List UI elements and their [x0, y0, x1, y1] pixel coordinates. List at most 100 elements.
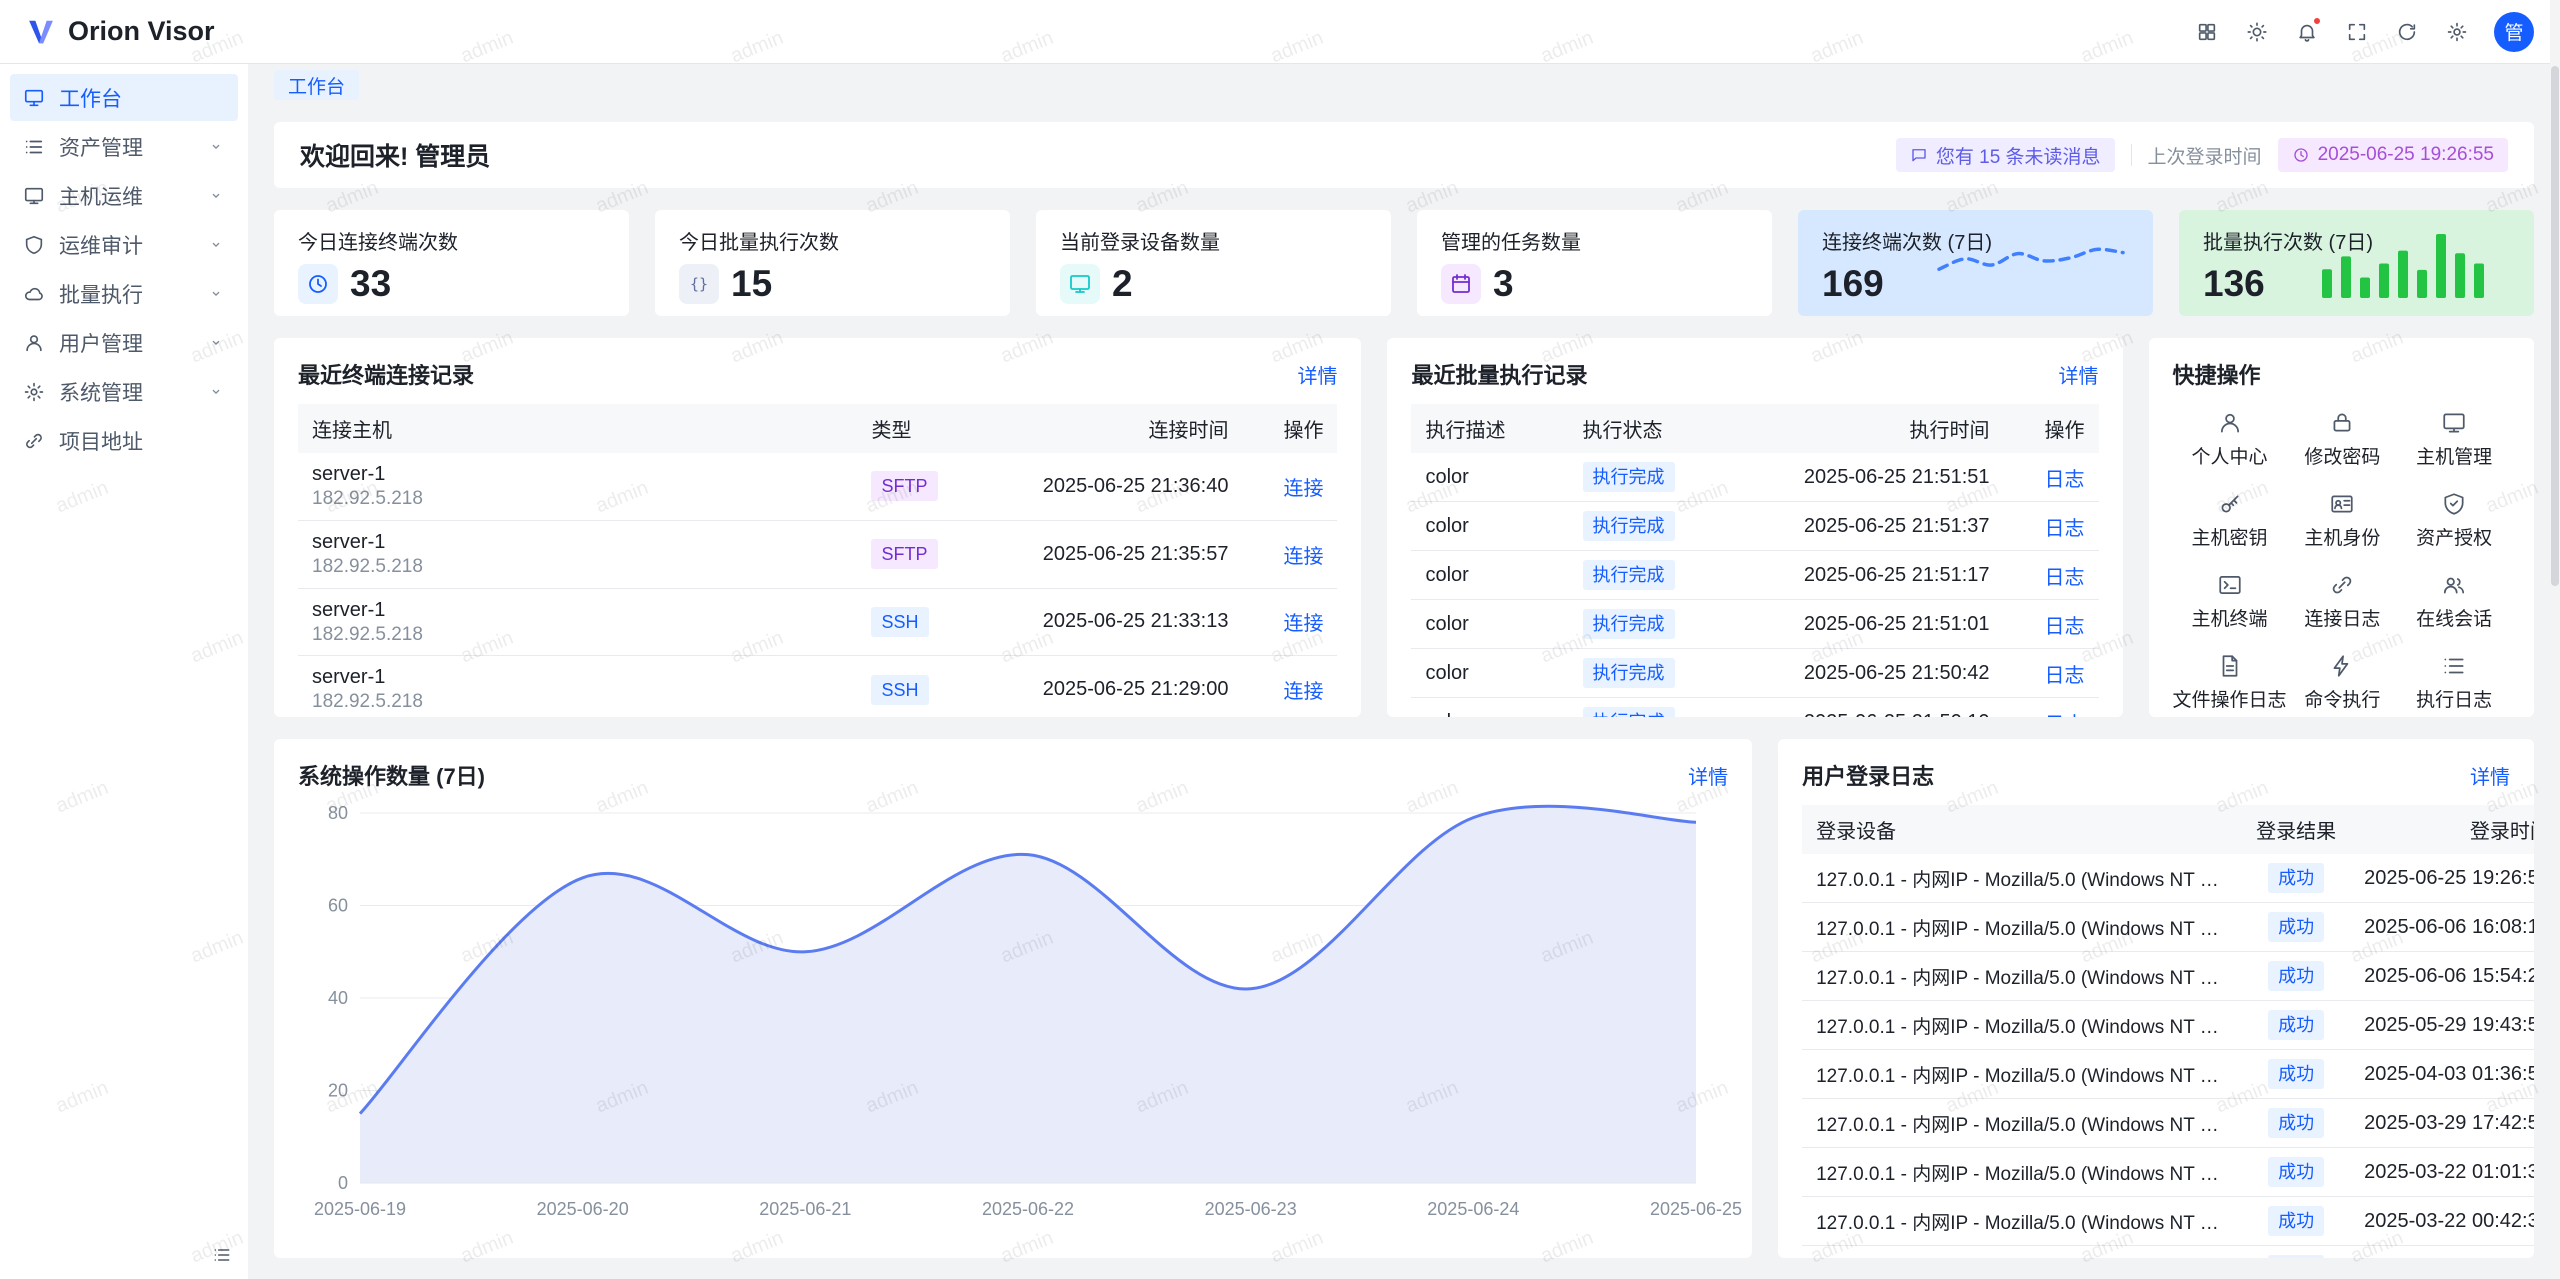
quick-action-asset-grant[interactable]: 资产授权 [2398, 491, 2510, 550]
login-logs-table: 登录设备登录结果登录时间127.0.0.1 - 内网IP - Mozilla/5… [1802, 805, 2534, 1258]
login-time: 2025-04-03 01:36:58 [2350, 1050, 2534, 1099]
svg-text:80: 80 [328, 803, 348, 823]
connect-log-icon [2329, 572, 2355, 598]
execution-time: 2025-06-25 21:51:51 [1739, 453, 2004, 502]
connect-link[interactable]: 连接 [1283, 478, 1323, 500]
quick-action-file-op-log[interactable]: 文件操作日志 [2173, 653, 2287, 712]
refresh-icon[interactable] [2386, 11, 2428, 53]
sidebar-item-label: 运维审计 [59, 230, 143, 260]
stat-value: 3 [1493, 263, 1514, 305]
stats-row: 今日连接终端次数33今日批量执行次数{}15当前登录设备数量2管理的任务数量3连… [274, 210, 2534, 316]
quick-action-personal-center[interactable]: 个人中心 [2173, 410, 2287, 469]
host-identity-icon [2329, 491, 2355, 517]
login-result-tag: 成功 [2268, 1010, 2324, 1040]
connection-row: server-1182.92.5.218SSH2025-06-25 21:33:… [298, 588, 1337, 656]
quick-action-host-manage[interactable]: 主机管理 [2398, 410, 2510, 469]
log-link[interactable]: 日志 [2045, 714, 2085, 718]
quick-action-host-key[interactable]: 主机密钥 [2173, 491, 2287, 550]
log-link[interactable]: 日志 [2045, 665, 2085, 687]
login-result-tag: 成功 [2268, 1059, 2324, 1089]
connect-time: 2025-06-25 21:35:57 [977, 520, 1242, 588]
exec-log-icon [2441, 653, 2467, 679]
connections-detail-link[interactable]: 详情 [1297, 360, 1337, 389]
user-avatar[interactable]: 管 [2494, 12, 2534, 52]
sidebar-item-audit[interactable]: 运维审计 [10, 221, 238, 268]
quick-action-label: 连接日志 [2304, 604, 2380, 631]
login-device: 127.0.0.1 - 内网IP - Mozilla/5.0 (Windows … [1802, 1246, 2242, 1259]
panel-title: 系统操作数量 (7日) [298, 759, 485, 791]
quick-action-label: 执行日志 [2416, 685, 2492, 712]
panel-title: 最近终端连接记录 [298, 358, 474, 390]
login-result-tag: 成功 [2268, 1108, 2324, 1138]
stat-value: 2 [1112, 263, 1133, 305]
host-ip: 182.92.5.218 [312, 624, 843, 647]
execution-time: 2025-06-25 21:51:17 [1739, 551, 2004, 600]
quick-action-change-password[interactable]: 修改密码 [2287, 410, 2399, 469]
log-link[interactable]: 日志 [2045, 616, 2085, 638]
login-device: 127.0.0.1 - 内网IP - Mozilla/5.0 (Windows … [1802, 952, 2242, 1001]
login-logs-detail-link[interactable]: 详情 [2470, 761, 2510, 790]
stat-card-managed-tasks: 管理的任务数量 3 [1417, 210, 1772, 316]
system-mgmt-icon [23, 381, 45, 403]
column-header: 登录结果 [2242, 805, 2350, 854]
execution-status-tag: 执行完成 [1583, 511, 1675, 541]
chevron-down-icon [207, 138, 225, 156]
sidebar-item-user-mgmt[interactable]: 用户管理 [10, 319, 238, 366]
host-ip: 182.92.5.218 [312, 556, 843, 579]
log-link[interactable]: 日志 [2045, 518, 2085, 540]
sidebar-item-system-mgmt[interactable]: 系统管理 [10, 368, 238, 415]
sidebar-item-label: 用户管理 [59, 328, 143, 358]
unread-messages-chip[interactable]: 您有 15 条未读消息 [1896, 138, 2115, 172]
quick-action-label: 命令执行 [2304, 685, 2380, 712]
sidebar-item-host-ops[interactable]: 主机运维 [10, 172, 238, 219]
sidebar-item-workbench[interactable]: 工作台 [10, 74, 238, 121]
sidebar-item-batch-exec[interactable]: 批量执行 [10, 270, 238, 317]
login-device: 127.0.0.1 - 内网IP - Mozilla/5.0 (Windows … [1802, 903, 2242, 952]
quick-action-online-session[interactable]: 在线会话 [2398, 572, 2510, 631]
stat-card-login-devices: 当前登录设备数量2 [1036, 210, 1391, 316]
change-password-icon [2329, 410, 2355, 436]
connect-link[interactable]: 连接 [1283, 546, 1323, 568]
collapse-sidebar-icon[interactable] [212, 1245, 232, 1265]
execution-desc: color [1411, 453, 1568, 502]
quick-action-label: 文件操作日志 [2173, 685, 2287, 712]
chart-detail-link[interactable]: 详情 [1688, 761, 1728, 790]
last-login-time: 2025-06-25 19:26:55 [2318, 144, 2494, 166]
app-logo[interactable]: Orion Visor [26, 16, 215, 47]
connect-link[interactable]: 连接 [1283, 613, 1323, 635]
quick-action-command-exec[interactable]: 命令执行 [2287, 653, 2399, 712]
connect-link[interactable]: 连接 [1283, 681, 1323, 703]
quick-action-connect-log[interactable]: 连接日志 [2287, 572, 2399, 631]
settings-gear-icon[interactable] [2436, 11, 2478, 53]
command-exec-icon [2329, 653, 2355, 679]
apps-icon[interactable] [2186, 11, 2228, 53]
executions-detail-link[interactable]: 详情 [2059, 360, 2099, 389]
bell-icon[interactable] [2286, 11, 2328, 53]
sidebar-item-assets[interactable]: 资产管理 [10, 123, 238, 170]
connections-sparkline [1931, 228, 2131, 296]
sidebar-menu: 工作台资产管理主机运维运维审计批量执行用户管理系统管理项目地址 [0, 74, 248, 464]
notification-badge [2312, 16, 2322, 26]
sidebar-item-label: 工作台 [59, 83, 122, 113]
welcome-meta: 您有 15 条未读消息 上次登录时间 2025-06-25 19:26:55 [1896, 138, 2508, 172]
fullscreen-icon[interactable] [2336, 11, 2378, 53]
column-header: 连接主机 [298, 404, 857, 453]
log-link[interactable]: 日志 [2045, 469, 2085, 491]
quick-action-exec-log[interactable]: 执行日志 [2398, 653, 2510, 712]
theme-sun-icon[interactable] [2236, 11, 2278, 53]
scrollbar-thumb[interactable] [2551, 66, 2559, 586]
column-header: 操作 [1242, 404, 1337, 453]
panel-title: 快捷操作 [2173, 358, 2261, 390]
scrollbar [2550, 0, 2560, 1279]
host-manage-icon [2441, 410, 2467, 436]
sidebar-item-project-link[interactable]: 项目地址 [10, 417, 238, 464]
quick-action-host-terminal[interactable]: 主机终端 [2173, 572, 2287, 631]
stat-value: 33 [350, 263, 391, 305]
connection-row: server-1182.92.5.218SFTP2025-06-25 21:35… [298, 520, 1337, 588]
stat-label: 今日连接终端次数 [298, 226, 605, 255]
stat-label: 管理的任务数量 [1441, 226, 1748, 255]
connect-time: 2025-06-25 21:33:13 [977, 588, 1242, 656]
log-link[interactable]: 日志 [2045, 567, 2085, 589]
breadcrumb-item-workbench[interactable]: 工作台 [274, 70, 359, 100]
quick-action-host-identity[interactable]: 主机身份 [2287, 491, 2399, 550]
